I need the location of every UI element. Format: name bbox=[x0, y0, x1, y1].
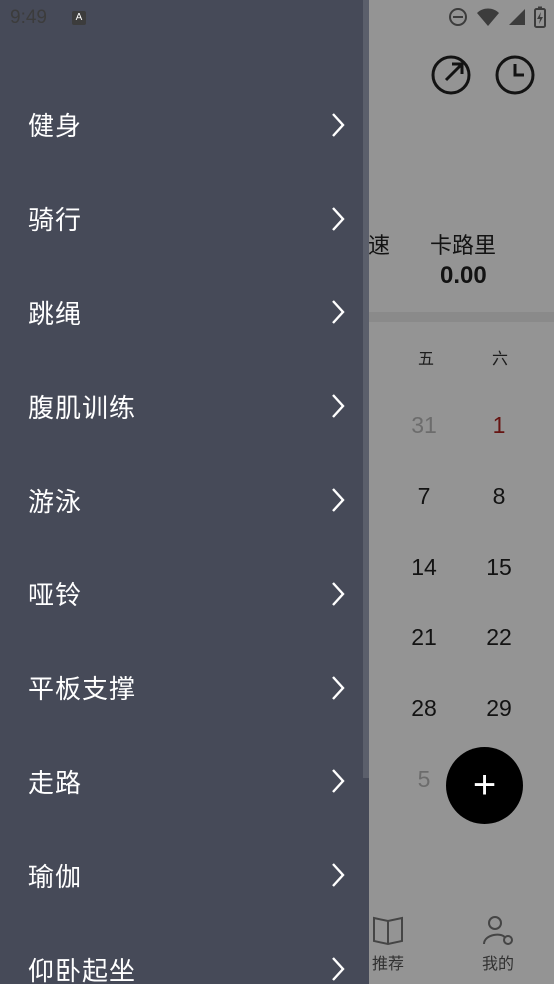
drawer-item-sit-ups[interactable]: 仰卧起坐 bbox=[0, 922, 369, 984]
drawer-item-label: 仰卧起坐 bbox=[28, 956, 137, 984]
status-bar: 9:49 A bbox=[0, 0, 554, 36]
drawer-item-label: 瑜伽 bbox=[28, 862, 83, 893]
calendar-day[interactable]: 15 bbox=[474, 554, 524, 581]
calorie-value: 0.00 bbox=[440, 262, 487, 289]
add-button[interactable]: + bbox=[446, 747, 523, 824]
drawer-item-walking[interactable]: 走路 bbox=[0, 735, 369, 829]
nav-recommend-label: 推荐 bbox=[371, 956, 404, 973]
sport-type-drawer: 健身 骑行 跳绳 腹肌训练 游泳 哑铃 平板支撑 走路 瑜伽 仰卧起坐 bbox=[0, 0, 369, 984]
calorie-label: 卡路里 bbox=[430, 233, 497, 258]
drawer-item-label: 腹肌训练 bbox=[28, 393, 137, 424]
drawer-item-jump-rope[interactable]: 跳绳 bbox=[0, 266, 369, 360]
drawer-item-yoga[interactable]: 瑜伽 bbox=[0, 828, 369, 922]
chevron-right-icon bbox=[332, 488, 345, 512]
do-not-disturb-icon bbox=[449, 8, 467, 26]
battery-icon bbox=[534, 6, 546, 28]
drawer-menu: 健身 骑行 跳绳 腹肌训练 游泳 哑铃 平板支撑 走路 瑜伽 仰卧起坐 bbox=[0, 78, 369, 984]
drawer-item-label: 平板支撑 bbox=[28, 675, 137, 706]
calendar-day[interactable]: 28 bbox=[399, 695, 449, 722]
chevron-right-icon bbox=[332, 769, 345, 794]
drawer-item-label: 健身 bbox=[28, 112, 83, 143]
drawer-item-label: 哑铃 bbox=[28, 581, 83, 612]
calendar-day[interactable]: 31 bbox=[399, 412, 449, 439]
chevron-right-icon bbox=[332, 206, 345, 231]
top-actions bbox=[430, 54, 536, 96]
drawer-item-swimming[interactable]: 游泳 bbox=[0, 453, 369, 547]
calendar-day[interactable]: 29 bbox=[474, 695, 524, 722]
drawer-item-plank[interactable]: 平板支撑 bbox=[0, 641, 369, 735]
nav-mine-label: 我的 bbox=[481, 956, 514, 973]
nav-mine[interactable]: 我的 bbox=[468, 914, 528, 974]
history-clock-icon[interactable] bbox=[494, 54, 536, 96]
speed-label: 速 bbox=[368, 233, 391, 258]
chevron-right-icon bbox=[332, 113, 345, 137]
calendar-day[interactable]: 14 bbox=[399, 554, 449, 581]
calendar-day[interactable]: 7 bbox=[399, 483, 449, 510]
calendar-day[interactable]: 1 bbox=[474, 412, 524, 439]
chevron-right-icon bbox=[332, 863, 345, 888]
drawer-item-label: 游泳 bbox=[28, 487, 83, 518]
drawer-item-fitness[interactable]: 健身 bbox=[0, 78, 369, 172]
chevron-right-icon bbox=[332, 582, 345, 606]
drawer-item-label: 走路 bbox=[28, 768, 83, 799]
drawer-item-cycling[interactable]: 骑行 bbox=[0, 172, 369, 266]
calendar-day[interactable]: 21 bbox=[399, 624, 449, 651]
calendar-day[interactable]: 8 bbox=[474, 483, 524, 510]
drawer-item-abs-training[interactable]: 腹肌训练 bbox=[0, 359, 369, 453]
chevron-right-icon bbox=[332, 394, 345, 419]
weekday-sat: 六 bbox=[492, 351, 509, 368]
cell-signal-icon bbox=[509, 9, 525, 25]
drawer-item-label: 骑行 bbox=[28, 206, 83, 237]
calendar-day[interactable]: 22 bbox=[474, 624, 524, 651]
drawer-item-dumbbell[interactable]: 哑铃 bbox=[0, 547, 369, 641]
wifi-icon bbox=[477, 8, 499, 26]
notification-a-icon: A bbox=[72, 11, 86, 25]
user-settings-icon bbox=[483, 916, 513, 945]
chevron-right-icon bbox=[332, 300, 345, 325]
chevron-right-icon bbox=[332, 675, 345, 700]
weekday-fri: 五 bbox=[418, 351, 435, 368]
status-time: 9:49 bbox=[10, 7, 47, 28]
drawer-item-label: 跳绳 bbox=[28, 299, 83, 330]
chevron-right-icon bbox=[332, 957, 345, 981]
share-icon[interactable] bbox=[430, 54, 472, 96]
book-icon bbox=[373, 916, 403, 946]
calendar-day[interactable]: 5 bbox=[399, 766, 449, 793]
